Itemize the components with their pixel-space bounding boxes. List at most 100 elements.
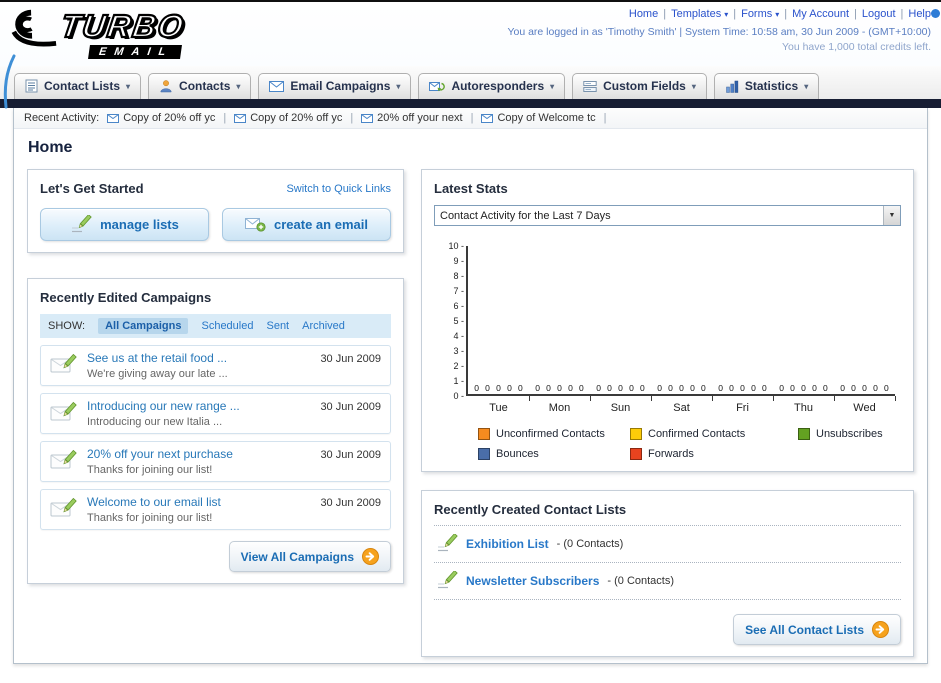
- top-link-label: Forms: [741, 8, 773, 20]
- chart-values: 00000: [712, 383, 773, 394]
- envelope-pencil-icon: [50, 497, 78, 519]
- chart-value: 0: [873, 383, 878, 393]
- tab-custom-fields[interactable]: Custom Fields ▾: [572, 73, 707, 99]
- tab-label: Contacts: [179, 79, 231, 93]
- campaign-list: See us at the retail food ... We're givin…: [40, 345, 391, 530]
- chevron-down-icon: ▾: [775, 10, 780, 19]
- campaign-title-link[interactable]: 20% off your next purchase: [87, 447, 311, 461]
- y-tick-label: 2 -: [453, 361, 464, 371]
- top-link-label: Logout: [861, 8, 896, 20]
- campaign-row[interactable]: See us at the retail food ... We're givin…: [40, 345, 391, 386]
- top-link-home[interactable]: Home: [629, 8, 658, 20]
- top-link-label: Home: [628, 8, 659, 20]
- chart-value: 0: [779, 383, 784, 393]
- pencil-note-icon: [436, 571, 458, 591]
- chart-value: 0: [485, 383, 490, 393]
- tab-statistics[interactable]: Statistics ▾: [713, 73, 820, 99]
- credits-info: You have 1,000 total credits left.: [781, 41, 931, 53]
- top-link-help[interactable]: Help: [908, 8, 931, 20]
- tab-contact-lists[interactable]: Contact Lists ▾: [14, 73, 142, 99]
- tab-label: Custom Fields: [603, 79, 686, 93]
- custom-fields-icon: [583, 79, 597, 93]
- campaign-row[interactable]: Welcome to our email list Thanks for join…: [40, 489, 391, 530]
- top-link-label: Templates: [671, 8, 722, 20]
- chart-values: 00000: [651, 383, 712, 394]
- chart-value: 0: [629, 383, 634, 393]
- contacts-icon: [159, 79, 173, 93]
- contact-list-row[interactable]: Exhibition List - (0 Contacts): [434, 526, 901, 563]
- chart-category-group: 0 0 0 0 0 Tue: [468, 246, 530, 414]
- chart-legend: Unconfirmed Contacts Confirmed Contacts Un…: [436, 428, 895, 460]
- campaign-title-link[interactable]: Welcome to our email list: [87, 495, 311, 509]
- tab-email-campaigns[interactable]: Email Campaigns ▾: [258, 73, 412, 99]
- chart-value: 0: [557, 383, 562, 393]
- chevron-down-icon: ▾: [724, 10, 729, 19]
- campaign-title-link[interactable]: Introducing our new range ...: [87, 399, 311, 413]
- y-tick-label: 0 -: [453, 391, 464, 401]
- y-tick-label: 1 -: [453, 376, 464, 386]
- chart-value: 0: [729, 383, 734, 393]
- view-all-campaigns-button[interactable]: View All Campaigns: [228, 541, 391, 572]
- corner-dot-decoration: [931, 9, 940, 18]
- y-tick-label: 10 -: [448, 241, 464, 251]
- chart-value: 0: [668, 383, 673, 393]
- chart-value: 0: [657, 383, 662, 393]
- logo-text: TURBO EMAIL: [57, 7, 188, 60]
- legend-swatch: [478, 448, 490, 460]
- top-link-label: Help: [908, 8, 931, 20]
- chart-value: 0: [579, 383, 584, 393]
- stats-range-select[interactable]: Contact Activity for the Last 7 Days ▼: [434, 205, 901, 226]
- filter-sent[interactable]: Sent: [266, 320, 289, 332]
- legend-swatch: [798, 428, 810, 440]
- latest-stats-chart: 10 -9 -8 -7 -6 -5 -4 -3 -2 -1 -0 - 00000…: [436, 241, 896, 460]
- legend-label: Confirmed Contacts: [648, 428, 746, 440]
- campaign-subtitle: Thanks for joining our list!: [87, 512, 213, 524]
- chevron-down-icon: ▾: [126, 81, 131, 91]
- tab-contacts[interactable]: Contacts ▾: [148, 73, 252, 99]
- recent-activity-item[interactable]: 20% off your next: [361, 112, 463, 124]
- contact-list-count: - (0 Contacts): [607, 575, 675, 587]
- top-link-logout[interactable]: Logout: [862, 8, 896, 20]
- statistics-icon: [725, 80, 739, 93]
- manage-lists-button[interactable]: manage lists: [40, 208, 209, 241]
- view-all-campaigns-label: View All Campaigns: [240, 549, 354, 564]
- campaign-subtitle: Introducing our new Italia ...: [87, 416, 223, 428]
- contact-lists-icon: [25, 79, 38, 93]
- recent-activity-item[interactable]: Copy of 20% off yc: [234, 112, 342, 124]
- campaign-title-link[interactable]: See us at the retail food ...: [87, 351, 311, 365]
- chart-groups: 0 0 0 0 0 Tue 0 0 0 0 0 Mon 0 0 0 0 0 Sun 0 0 0 0 0 Sat 0 0 0 0 0 Fri…: [468, 246, 896, 414]
- contact-list-row[interactable]: Newsletter Subscribers - (0 Contacts): [434, 563, 901, 600]
- campaign-row[interactable]: 20% off your next purchase Thanks for joi…: [40, 441, 391, 482]
- chart-category-label: Sat: [673, 402, 690, 414]
- chart-category-group: 0 0 0 0 0 Fri: [712, 246, 774, 414]
- top-link-templates[interactable]: Templates ▾: [671, 8, 728, 20]
- manage-lists-label: manage lists: [100, 217, 179, 232]
- activity-separator: |: [470, 112, 474, 124]
- filter-all-campaigns[interactable]: All Campaigns: [98, 318, 189, 334]
- chevron-down-icon: ▾: [691, 81, 696, 91]
- filter-archived[interactable]: Archived: [302, 320, 345, 332]
- envelope-icon: [234, 113, 247, 123]
- activity-separator: |: [603, 112, 607, 124]
- dashboard-columns: Let's Get Started Switch to Quick Links …: [14, 169, 927, 657]
- contact-list-link[interactable]: Exhibition List: [466, 537, 549, 551]
- campaign-date: 30 Jun 2009: [320, 497, 381, 509]
- recent-activity-item[interactable]: Copy of Welcome tc: [481, 112, 596, 124]
- campaign-row[interactable]: Introducing our new range ... Introducing…: [40, 393, 391, 434]
- switch-quick-links-link[interactable]: Switch to Quick Links: [286, 183, 391, 195]
- contact-lists-title: Recently Created Contact Lists: [434, 502, 627, 517]
- top-link-my-account[interactable]: My Account: [792, 8, 849, 20]
- campaign-text: 20% off your next purchase Thanks for joi…: [87, 447, 311, 476]
- chart-values: 00000: [468, 383, 529, 394]
- campaign-filters: All Campaigns Scheduled Sent Archived: [98, 318, 345, 334]
- arrow-circle-icon: [362, 548, 379, 565]
- recent-activity-item[interactable]: Copy of 20% off yc: [107, 112, 215, 124]
- see-all-contact-lists-button[interactable]: See All Contact Lists: [733, 614, 901, 645]
- filter-scheduled[interactable]: Scheduled: [201, 320, 253, 332]
- chart-value: 0: [851, 383, 856, 393]
- create-email-button[interactable]: create an email: [222, 208, 391, 241]
- top-link-forms[interactable]: Forms ▾: [741, 8, 779, 20]
- contact-list-link[interactable]: Newsletter Subscribers: [466, 574, 599, 588]
- right-column: Latest Stats Contact Activity for the La…: [421, 169, 914, 657]
- tab-autoresponders[interactable]: Autoresponders ▾: [418, 73, 566, 99]
